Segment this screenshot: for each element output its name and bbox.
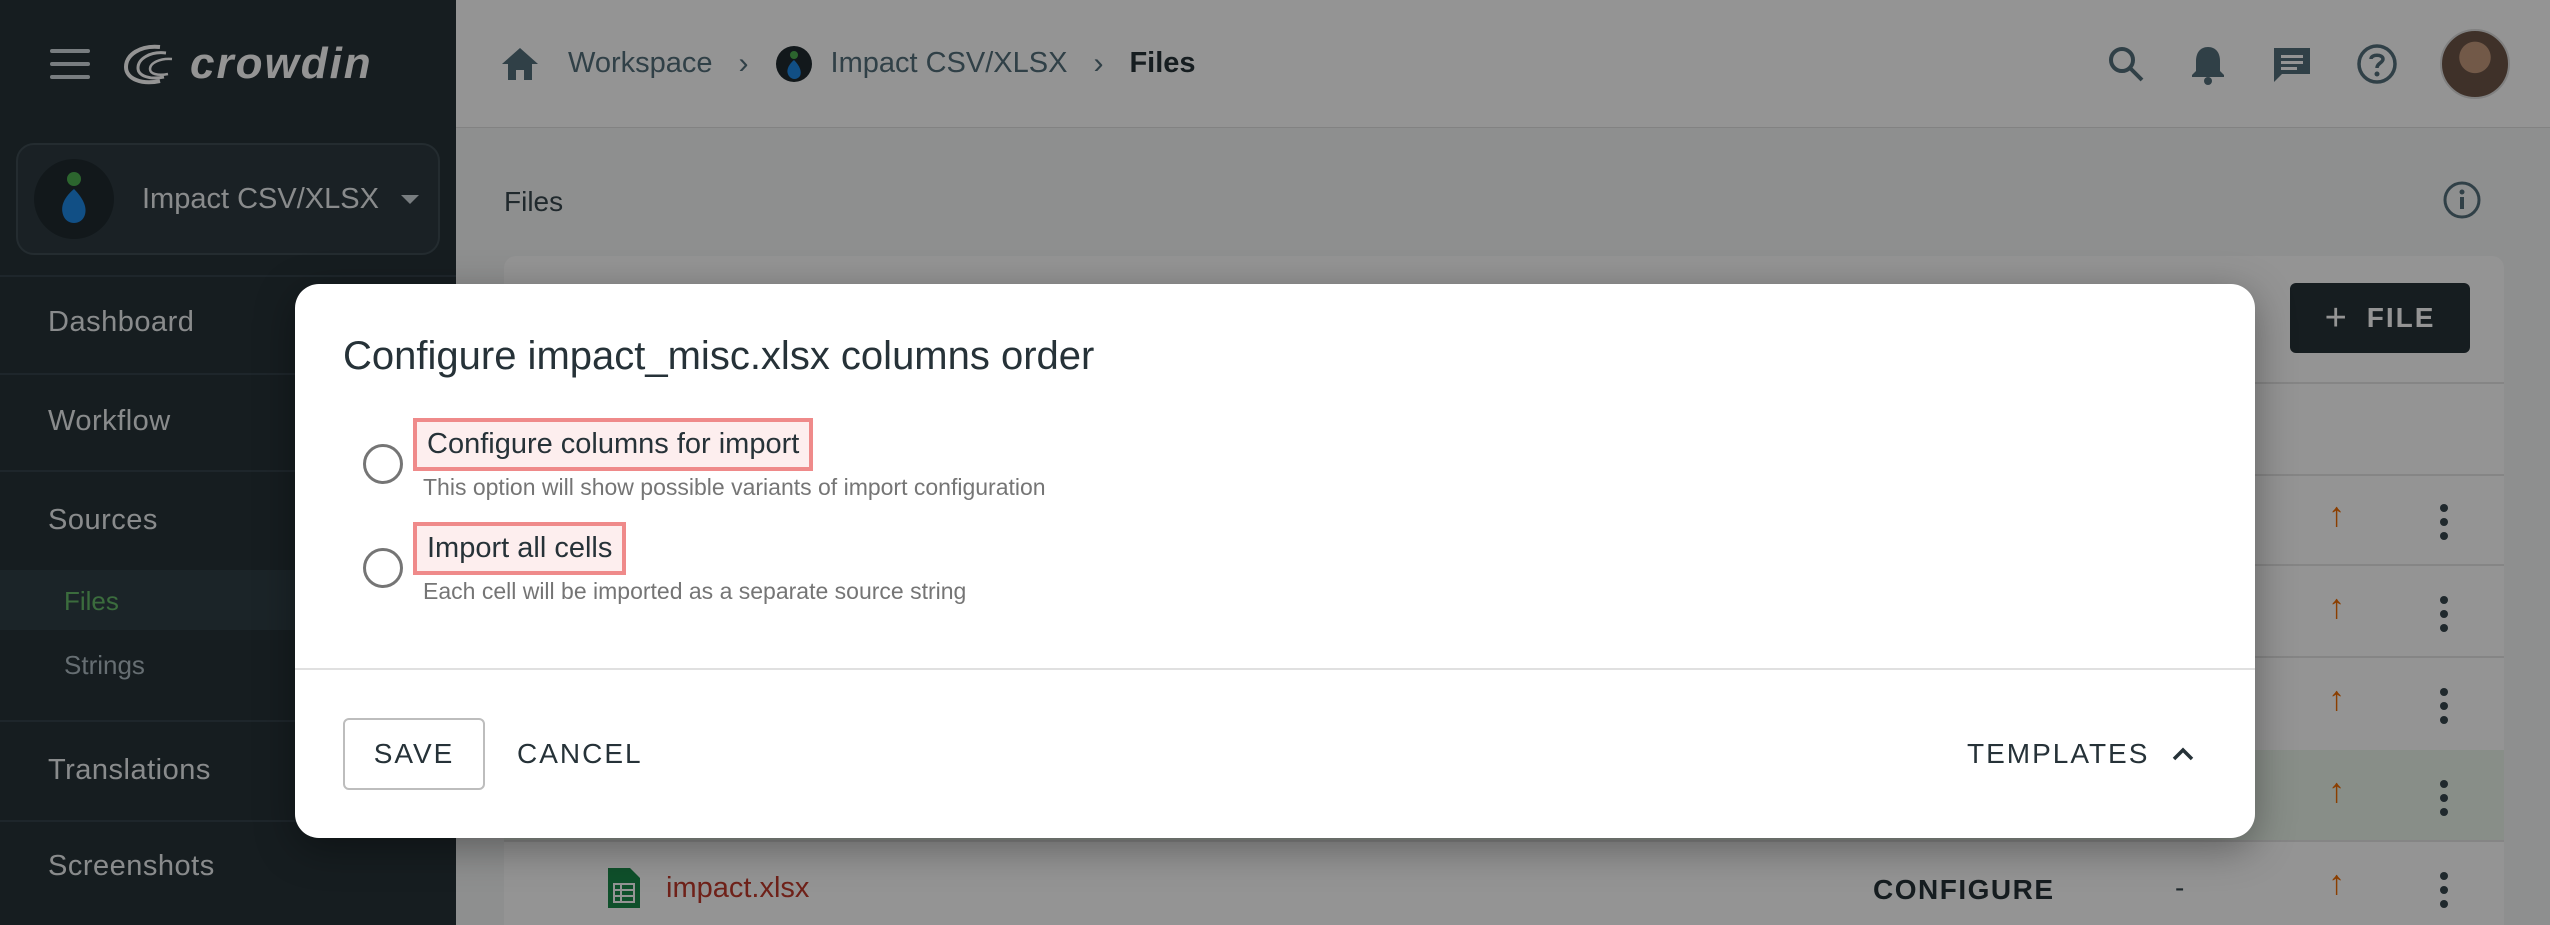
divider: [295, 668, 2255, 670]
cancel-button[interactable]: CANCEL: [517, 718, 643, 790]
option-label-import-all-cells[interactable]: Import all cells: [413, 522, 627, 575]
option-description-configure-columns: This option will show possible variants …: [423, 474, 1046, 500]
radio-import-all-cells[interactable]: [363, 548, 403, 588]
templates-label: TEMPLATES: [1967, 738, 2150, 769]
option-label-configure-columns[interactable]: Configure columns for import: [413, 418, 814, 471]
chevron-up-icon: [2173, 747, 2194, 761]
option-description-import-all-cells: Each cell will be imported as a separate…: [423, 578, 967, 604]
configure-columns-dialog: Configure impact_misc.xlsx columns order…: [295, 284, 2255, 838]
save-button[interactable]: SAVE: [343, 718, 485, 790]
dialog-title: Configure impact_misc.xlsx columns order: [343, 334, 1095, 378]
templates-button[interactable]: TEMPLATES: [1967, 718, 2195, 790]
radio-configure-columns[interactable]: [363, 444, 403, 484]
